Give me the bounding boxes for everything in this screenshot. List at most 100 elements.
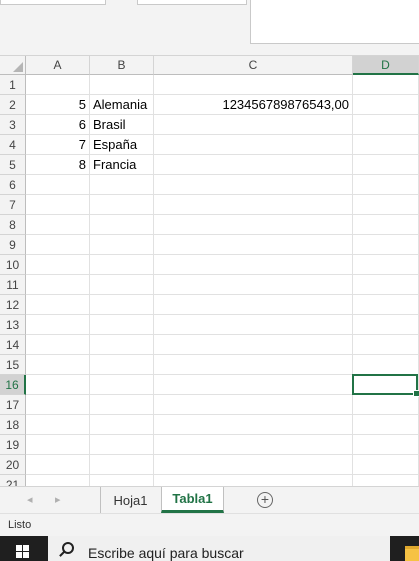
cell-d[interactable] bbox=[353, 135, 419, 154]
active-cell-d16[interactable] bbox=[352, 374, 419, 397]
cell-c[interactable] bbox=[154, 375, 353, 394]
cell-a[interactable]: 6 bbox=[26, 115, 90, 134]
cell-d[interactable] bbox=[353, 115, 419, 134]
cell-b[interactable]: España bbox=[90, 135, 154, 154]
cell-d[interactable] bbox=[353, 335, 419, 354]
cell-b[interactable]: Alemania bbox=[90, 95, 154, 114]
cell-c[interactable] bbox=[154, 115, 353, 134]
cell-d[interactable] bbox=[353, 295, 419, 314]
cell-c[interactable] bbox=[154, 355, 353, 374]
cell-d[interactable] bbox=[353, 75, 419, 94]
cell-c[interactable] bbox=[154, 75, 353, 94]
row-header[interactable]: 6 bbox=[0, 175, 26, 195]
cell-a[interactable] bbox=[26, 475, 90, 486]
cell-a[interactable] bbox=[26, 455, 90, 474]
cell-a[interactable]: 8 bbox=[26, 155, 90, 174]
cell-d[interactable] bbox=[353, 275, 419, 294]
cell-c[interactable] bbox=[154, 135, 353, 154]
cell-b[interactable] bbox=[90, 215, 154, 234]
cell-c[interactable] bbox=[154, 415, 353, 434]
cell-c[interactable] bbox=[154, 155, 353, 174]
cell-c[interactable] bbox=[154, 395, 353, 414]
cell-c[interactable] bbox=[154, 195, 353, 214]
cell-b[interactable] bbox=[90, 335, 154, 354]
cell-d[interactable] bbox=[353, 255, 419, 274]
row-header[interactable]: 19 bbox=[0, 435, 26, 455]
row-header[interactable]: 8 bbox=[0, 215, 26, 235]
row-header[interactable]: 21 bbox=[0, 475, 26, 486]
formula-bar[interactable] bbox=[250, 0, 419, 44]
column-header-a[interactable]: A bbox=[26, 56, 90, 75]
row-header[interactable]: 2 bbox=[0, 95, 26, 115]
cell-b[interactable] bbox=[90, 75, 154, 94]
cell-d[interactable] bbox=[353, 155, 419, 174]
taskbar-search-box[interactable]: Escribe aquí para buscar bbox=[48, 536, 390, 561]
cell-b[interactable] bbox=[90, 315, 154, 334]
cell-d[interactable] bbox=[353, 315, 419, 334]
cell-b[interactable] bbox=[90, 375, 154, 394]
row-header[interactable]: 13 bbox=[0, 315, 26, 335]
cell-d[interactable] bbox=[353, 415, 419, 434]
sheet-tab-hoja1[interactable]: Hoja1 bbox=[100, 487, 160, 513]
cell-b[interactable] bbox=[90, 395, 154, 414]
cell-a[interactable] bbox=[26, 355, 90, 374]
row-header[interactable]: 4 bbox=[0, 135, 26, 155]
cell-c[interactable]: 123456789876543,00 bbox=[154, 95, 353, 114]
cell-c[interactable] bbox=[154, 235, 353, 254]
cell-d[interactable] bbox=[353, 435, 419, 454]
cell-d[interactable] bbox=[353, 475, 419, 486]
cell-b[interactable] bbox=[90, 355, 154, 374]
row-header[interactable]: 11 bbox=[0, 275, 26, 295]
cell-d[interactable] bbox=[353, 195, 419, 214]
cell-a[interactable] bbox=[26, 235, 90, 254]
column-header-b[interactable]: B bbox=[90, 56, 154, 75]
column-header-c[interactable]: C bbox=[154, 56, 353, 75]
cell-b[interactable] bbox=[90, 255, 154, 274]
cell-c[interactable] bbox=[154, 335, 353, 354]
cell-d[interactable] bbox=[353, 235, 419, 254]
cell-b[interactable] bbox=[90, 235, 154, 254]
cell-d[interactable] bbox=[353, 95, 419, 114]
select-all-button[interactable] bbox=[0, 56, 26, 75]
cell-c[interactable] bbox=[154, 275, 353, 294]
row-header[interactable]: 20 bbox=[0, 455, 26, 475]
cell-a[interactable] bbox=[26, 255, 90, 274]
cell-b[interactable] bbox=[90, 435, 154, 454]
cell-b[interactable] bbox=[90, 415, 154, 434]
cell-a[interactable] bbox=[26, 395, 90, 414]
cell-c[interactable] bbox=[154, 295, 353, 314]
cell-c[interactable] bbox=[154, 215, 353, 234]
row-header[interactable]: 5 bbox=[0, 155, 26, 175]
cell-d[interactable] bbox=[353, 355, 419, 374]
cell-b[interactable] bbox=[90, 475, 154, 486]
cell-b[interactable] bbox=[90, 195, 154, 214]
row-header[interactable]: 3 bbox=[0, 115, 26, 135]
column-header-d[interactable]: D bbox=[353, 56, 419, 75]
cell-a[interactable] bbox=[26, 195, 90, 214]
row-header[interactable]: 16 bbox=[0, 375, 26, 395]
row-header[interactable]: 12 bbox=[0, 295, 26, 315]
cell-a[interactable]: 5 bbox=[26, 95, 90, 114]
file-explorer-icon[interactable] bbox=[405, 546, 419, 561]
row-header[interactable]: 1 bbox=[0, 75, 26, 95]
cell-c[interactable] bbox=[154, 455, 353, 474]
sheet-tab-tabla1[interactable]: Tabla1 bbox=[161, 487, 224, 513]
cell-c[interactable] bbox=[154, 315, 353, 334]
row-header[interactable]: 17 bbox=[0, 395, 26, 415]
tab-scroll-right-icon[interactable]: ▸ bbox=[55, 493, 61, 506]
add-sheet-icon[interactable]: + bbox=[257, 492, 273, 508]
cell-d[interactable] bbox=[353, 395, 419, 414]
cell-a[interactable] bbox=[26, 435, 90, 454]
cell-a[interactable] bbox=[26, 175, 90, 194]
cell-b[interactable] bbox=[90, 295, 154, 314]
cell-a[interactable] bbox=[26, 275, 90, 294]
row-header[interactable]: 14 bbox=[0, 335, 26, 355]
tab-scroll-left-icon[interactable]: ◂ bbox=[27, 493, 33, 506]
cell-a[interactable] bbox=[26, 75, 90, 94]
cell-b[interactable] bbox=[90, 455, 154, 474]
row-header[interactable]: 7 bbox=[0, 195, 26, 215]
cell-c[interactable] bbox=[154, 435, 353, 454]
cell-d[interactable] bbox=[353, 175, 419, 194]
cell-b[interactable] bbox=[90, 275, 154, 294]
cell-c[interactable] bbox=[154, 175, 353, 194]
